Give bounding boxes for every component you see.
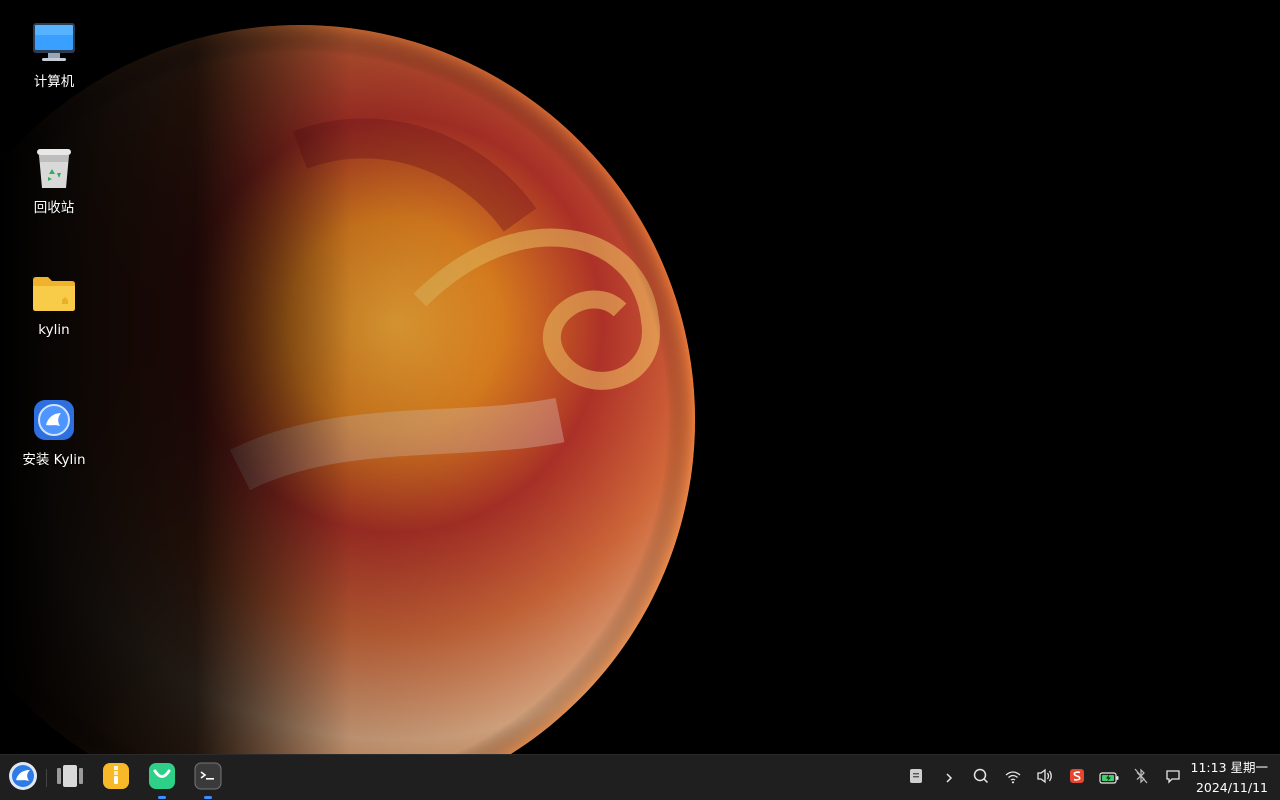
clock-date: 2024/11/11 <box>1195 780 1268 795</box>
tray-expand[interactable] <box>939 768 959 788</box>
install-kylin-icon <box>30 396 78 444</box>
running-indicator <box>204 796 212 799</box>
trash-icon <box>30 144 78 192</box>
folder-icon <box>30 270 78 318</box>
terminal-icon <box>194 762 222 794</box>
expand-tray-icon <box>944 769 954 788</box>
volume-icon <box>1036 768 1054 788</box>
taskbar-app-terminal[interactable] <box>192 762 224 799</box>
desktop-icon-label: 安装 Kylin <box>22 452 86 468</box>
clock-time: 11:13 星期一 <box>1190 760 1269 775</box>
desktop-icon-label: kylin <box>38 322 70 338</box>
start-menu-button[interactable] <box>7 762 39 794</box>
tray-search[interactable] <box>971 768 991 788</box>
input-method-icon <box>1069 768 1085 788</box>
taskbar: 11:13 星期一 2024/11/11 <box>0 754 1280 800</box>
desktop-icon-label: 计算机 <box>33 74 75 90</box>
taskbar-app-file-manager[interactable] <box>100 762 132 794</box>
tray-battery[interactable] <box>1099 768 1119 788</box>
desktop-icon-kylin-folder[interactable]: kylin <box>6 270 102 338</box>
multitask-view-icon <box>56 764 84 792</box>
taskbar-separator <box>46 769 47 787</box>
tray-volume[interactable] <box>1035 768 1055 788</box>
taskbar-app-software-store[interactable] <box>146 762 178 799</box>
tray-notification[interactable] <box>1163 768 1183 788</box>
file-manager-icon <box>102 762 130 794</box>
bluetooth-off-icon <box>1134 768 1148 788</box>
running-indicator <box>158 796 166 799</box>
taskbar-app-multitask-view[interactable] <box>54 762 86 794</box>
clock[interactable]: 11:13 星期一 2024/11/11 <box>1188 758 1269 798</box>
tray-input-method[interactable] <box>1067 768 1087 788</box>
software-store-icon <box>148 762 176 794</box>
clipboard-icon <box>909 768 923 788</box>
desktop-wallpaper <box>0 0 1280 754</box>
search-icon <box>973 768 989 788</box>
desktop-icon-computer[interactable]: 计算机 <box>6 18 102 90</box>
kylin-start-icon <box>8 761 38 795</box>
tray-bluetooth[interactable] <box>1131 768 1151 788</box>
desktop-icon-trash[interactable]: 回收站 <box>6 144 102 216</box>
desktop-icon-label: 回收站 <box>33 200 75 216</box>
tray-clipboard[interactable] <box>906 768 926 788</box>
computer-icon <box>30 18 78 66</box>
notification-icon <box>1165 768 1181 788</box>
wifi-icon <box>1005 769 1021 788</box>
desktop-icon-install-kylin[interactable]: 安装 Kylin <box>6 396 102 468</box>
tray-network[interactable] <box>1003 768 1023 788</box>
battery-charging-icon <box>1099 769 1119 788</box>
